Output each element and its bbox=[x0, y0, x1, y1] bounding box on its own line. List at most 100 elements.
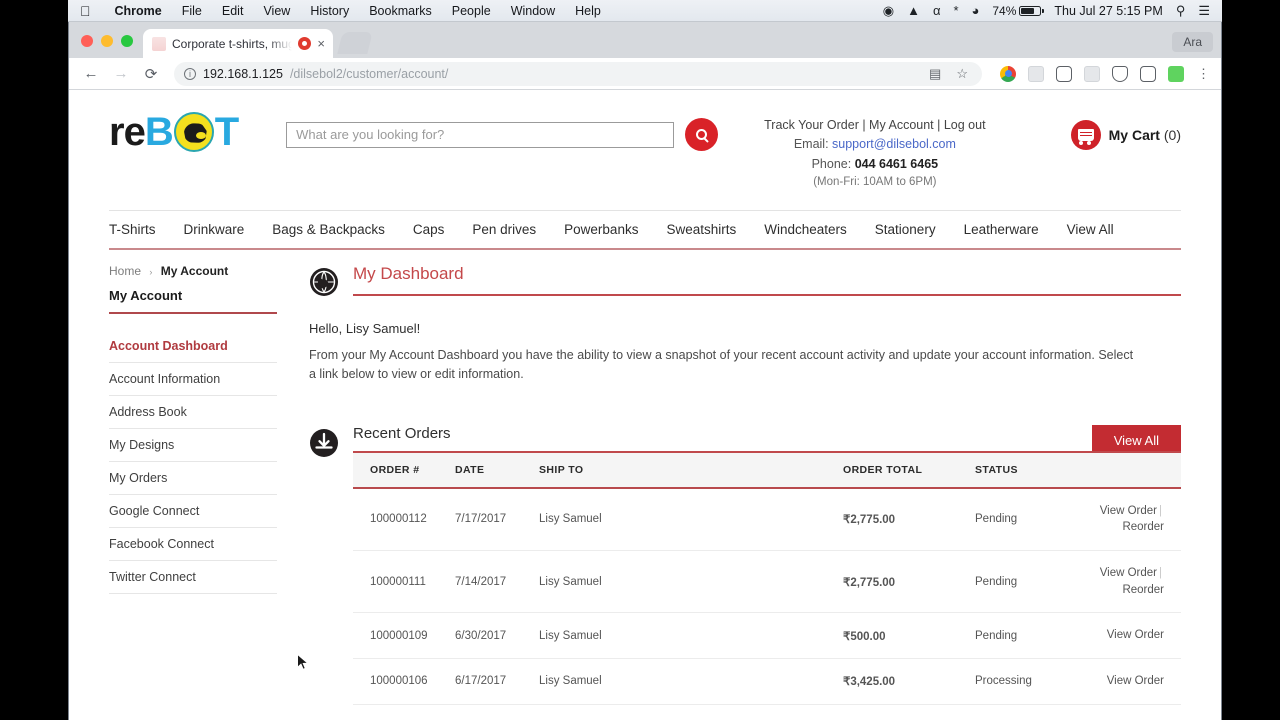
bookmark-star-icon[interactable]: ☆ bbox=[952, 66, 972, 82]
reorder-link[interactable]: Reorder bbox=[1122, 521, 1164, 533]
chrome-tabstrip: Corporate t-shirts, mugs, b × Ara bbox=[69, 22, 1221, 58]
back-icon[interactable]: ← bbox=[78, 65, 104, 82]
view-order-link[interactable]: View Order bbox=[1100, 567, 1157, 579]
cart-widget[interactable]: My Cart (0) bbox=[1070, 112, 1181, 150]
menubar-item-bookmarks[interactable]: Bookmarks bbox=[359, 4, 442, 18]
cart-label: My Cart (0) bbox=[1109, 127, 1181, 143]
nav-item-leatherware[interactable]: Leatherware bbox=[950, 222, 1053, 237]
menubar-item-edit[interactable]: Edit bbox=[212, 4, 254, 18]
site-info-icon[interactable]: i bbox=[184, 67, 196, 80]
view-order-link[interactable]: View Order bbox=[1100, 505, 1157, 517]
nav-item-powerbanks[interactable]: Powerbanks bbox=[550, 222, 652, 237]
menubar-item-file[interactable]: File bbox=[172, 4, 212, 18]
breadcrumb-home[interactable]: Home bbox=[109, 264, 141, 278]
macos-menubar:  Chrome File Edit View History Bookmark… bbox=[68, 0, 1222, 22]
sidebar-item-facebook-connect[interactable]: Facebook Connect bbox=[109, 528, 277, 561]
bluetooth-icon[interactable]: * bbox=[953, 4, 958, 17]
evernote-extension-icon[interactable] bbox=[1168, 65, 1184, 82]
site-search bbox=[286, 112, 719, 151]
menubar-item-history[interactable]: History bbox=[300, 4, 359, 18]
note-extension-icon[interactable] bbox=[1056, 65, 1072, 82]
forward-icon[interactable]: → bbox=[108, 65, 134, 82]
cell-order-total: ₹2,775.00 bbox=[843, 487, 975, 552]
pocket-extension-icon[interactable] bbox=[1112, 65, 1128, 82]
search-input[interactable] bbox=[286, 121, 675, 148]
search-button[interactable] bbox=[685, 118, 719, 151]
sidebar-item-account-information[interactable]: Account Information bbox=[109, 363, 277, 396]
mouse-cursor bbox=[297, 654, 309, 670]
nav-item-pen-drives[interactable]: Pen drives bbox=[458, 222, 550, 237]
cast-icon[interactable]: ▤ bbox=[925, 66, 945, 82]
screenshot-extension-icon[interactable] bbox=[1084, 65, 1100, 82]
close-window-button[interactable] bbox=[81, 35, 93, 47]
record-icon[interactable]: ◉ bbox=[883, 4, 894, 17]
nav-item-bags-backpacks[interactable]: Bags & Backpacks bbox=[258, 222, 399, 237]
alfred-icon[interactable]: α bbox=[933, 4, 941, 17]
sidebar-item-my-designs[interactable]: My Designs bbox=[109, 429, 277, 462]
nav-item-caps[interactable]: Caps bbox=[399, 222, 459, 237]
menu-kebab-icon[interactable]: ⋮ bbox=[1197, 66, 1212, 82]
spotlight-search-icon[interactable]: ⚲ bbox=[1176, 4, 1186, 17]
url-host: 192.168.1.125 bbox=[203, 66, 283, 81]
sidebar-item-account-dashboard[interactable]: Account Dashboard bbox=[109, 330, 277, 363]
site-logo[interactable]: re B T bbox=[109, 110, 239, 154]
header-contact-info: Track Your Order | My Account | Log out … bbox=[764, 112, 985, 192]
wifi-icon[interactable]: ◕ bbox=[972, 4, 980, 17]
phone-number: 044 6461 6465 bbox=[854, 156, 939, 171]
lastpass-extension-icon[interactable] bbox=[1140, 65, 1156, 82]
menubar-clock[interactable]: Thu Jul 27 5:15 PM bbox=[1054, 4, 1162, 18]
window-traffic-lights bbox=[69, 35, 143, 58]
table-row[interactable]: 100000112 7/17/2017 Lisy Samuel ₹2,775.0… bbox=[353, 487, 1181, 552]
table-row[interactable]: 100000111 7/14/2017 Lisy Samuel ₹2,775.0… bbox=[353, 550, 1181, 614]
column-actions bbox=[1073, 452, 1181, 489]
sidebar-item-twitter-connect[interactable]: Twitter Connect bbox=[109, 561, 277, 594]
reorder-link[interactable]: Reorder bbox=[1122, 584, 1164, 596]
view-order-link[interactable]: View Order bbox=[1107, 629, 1164, 641]
status-badge: Processing bbox=[975, 658, 1073, 705]
nav-item-sweatshirts[interactable]: Sweatshirts bbox=[652, 222, 750, 237]
chrome-extension-icon[interactable] bbox=[1000, 65, 1016, 82]
apple-menu-icon[interactable]:  bbox=[80, 4, 91, 18]
sidebar-item-google-connect[interactable]: Google Connect bbox=[109, 495, 277, 528]
orders-header-row: ORDER # DATE SHIP TO ORDER TOTAL STATUS bbox=[353, 452, 1181, 489]
sidebar-item-address-book[interactable]: Address Book bbox=[109, 396, 277, 429]
battery-indicator[interactable]: 74% bbox=[992, 3, 1044, 18]
greeting-text: Hello, Lisy Samuel! bbox=[309, 320, 421, 336]
maximize-window-button[interactable] bbox=[121, 35, 133, 47]
clock-extension-icon[interactable] bbox=[1028, 65, 1044, 82]
recording-icon[interactable] bbox=[298, 37, 312, 50]
close-tab-icon[interactable]: × bbox=[317, 36, 325, 51]
cell-order-total: ₹500.00 bbox=[843, 612, 975, 660]
menubar-item-help[interactable]: Help bbox=[565, 4, 611, 18]
battery-percent: 74% bbox=[992, 3, 1017, 18]
menubar-item-window[interactable]: Window bbox=[501, 4, 565, 18]
table-row[interactable]: 100000106 6/17/2017 Lisy Samuel ₹3,425.0… bbox=[353, 658, 1181, 705]
notification-center-icon[interactable]: ☰ bbox=[1198, 4, 1210, 17]
logo-text-b: B bbox=[144, 110, 174, 154]
new-tab-icon[interactable] bbox=[337, 32, 373, 54]
table-row[interactable]: 100000098 6/15/2017 Lisy Samuel ₹4,250.0… bbox=[353, 704, 1181, 720]
view-order-link[interactable]: View Order bbox=[1107, 675, 1164, 687]
chrome-profile-button[interactable]: Ara bbox=[1172, 32, 1213, 52]
reload-icon[interactable]: ⟳ bbox=[138, 65, 164, 83]
sidebar-item-my-orders[interactable]: My Orders bbox=[109, 462, 277, 495]
support-email-link[interactable]: support@dilsebol.com bbox=[832, 137, 956, 151]
menubar-item-chrome[interactable]: Chrome bbox=[105, 4, 172, 18]
nav-item-stationery[interactable]: Stationery bbox=[861, 222, 950, 237]
nav-item-view-all[interactable]: View All bbox=[1053, 222, 1128, 237]
dropbox-icon[interactable]: ▲ bbox=[907, 4, 920, 17]
minimize-window-button[interactable] bbox=[101, 35, 113, 47]
nav-item-windcheaters[interactable]: Windcheaters bbox=[750, 222, 861, 237]
globe-icon bbox=[309, 267, 339, 297]
status-badge: Pending bbox=[975, 487, 1073, 552]
account-sidebar: Home › My Account My Account Account Das… bbox=[109, 264, 277, 720]
browser-tab[interactable]: Corporate t-shirts, mugs, b × bbox=[143, 29, 333, 58]
menubar-item-view[interactable]: View bbox=[253, 4, 300, 18]
table-row[interactable]: 100000109 6/30/2017 Lisy Samuel ₹500.00 … bbox=[353, 612, 1181, 660]
desktop-screen:  Chrome File Edit View History Bookmark… bbox=[0, 0, 1280, 720]
nav-item-drinkware[interactable]: Drinkware bbox=[170, 222, 259, 237]
menubar-item-people[interactable]: People bbox=[442, 4, 501, 18]
nav-item-tshirts[interactable]: T-Shirts bbox=[109, 222, 170, 237]
header-account-links[interactable]: Track Your Order | My Account | Log out bbox=[764, 116, 985, 135]
address-bar[interactable]: i 192.168.1.125/dilsebol2/customer/accou… bbox=[174, 61, 982, 86]
